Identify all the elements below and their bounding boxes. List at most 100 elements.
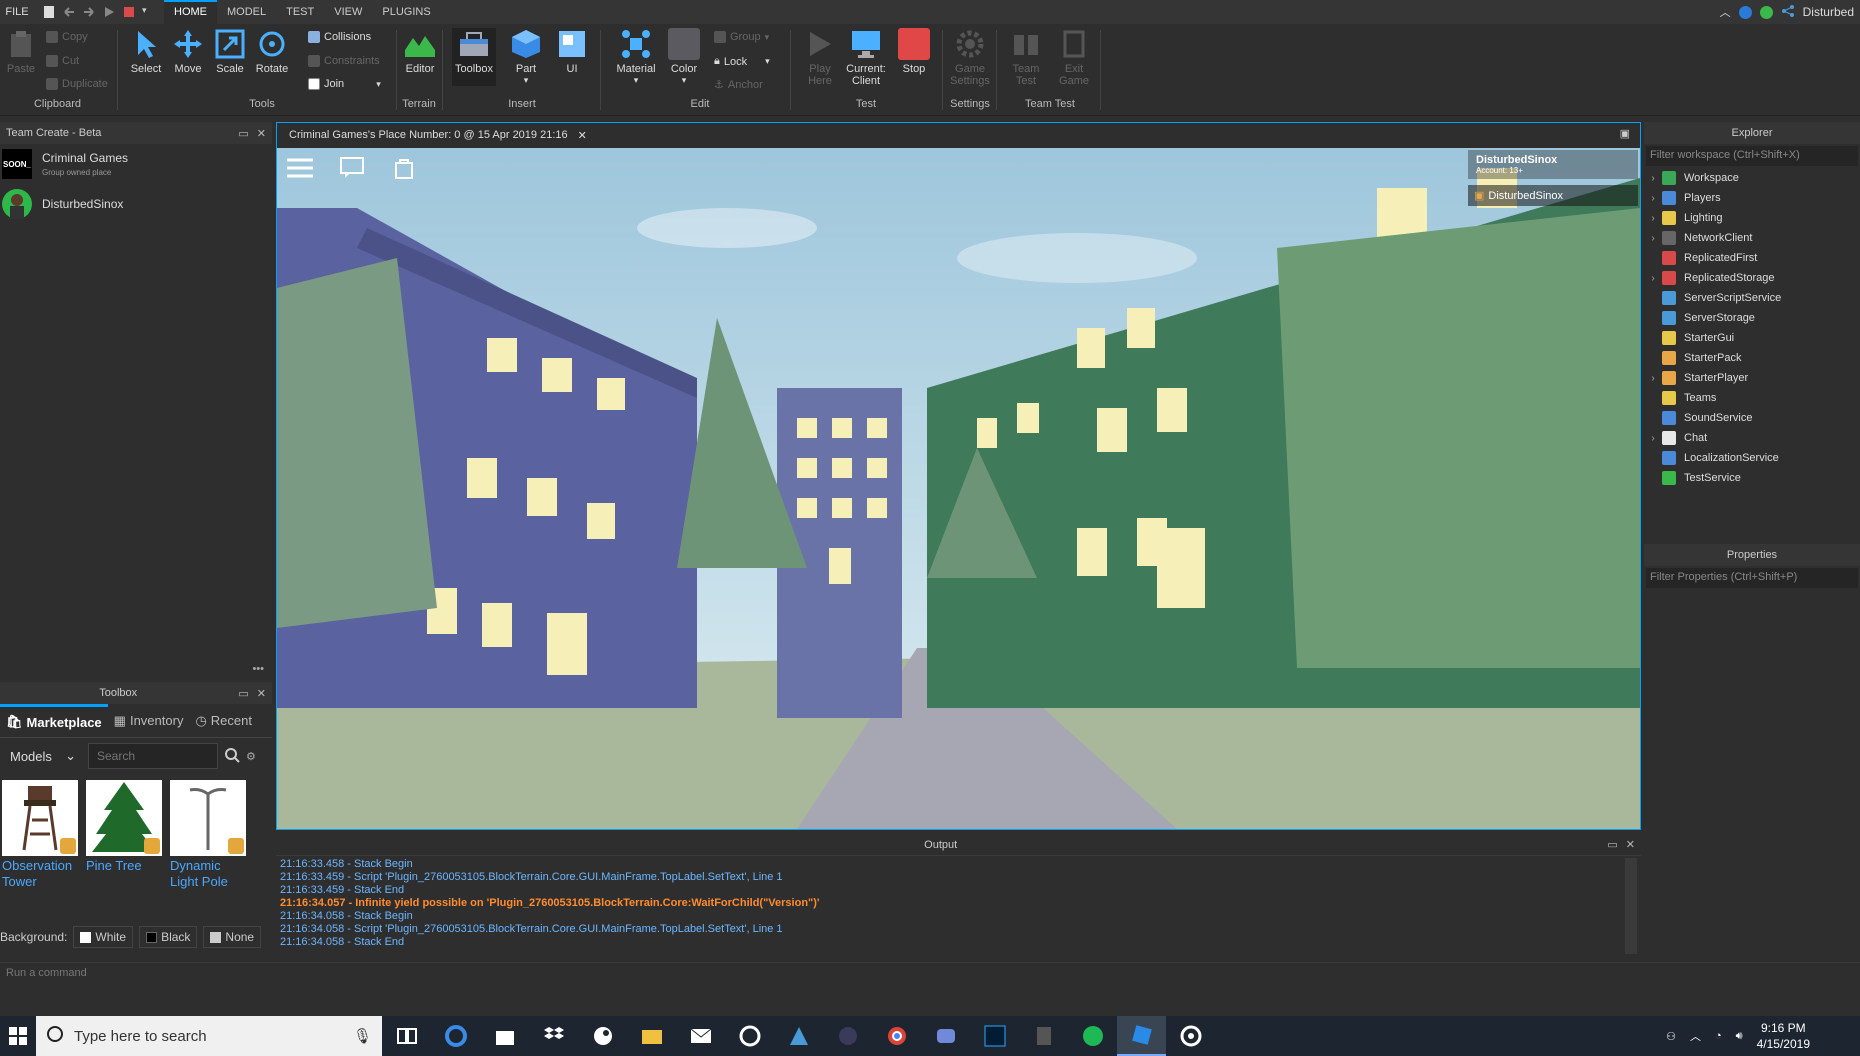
ui-button[interactable]: UI: [550, 28, 594, 75]
explorer-item[interactable]: StarterPack: [1644, 348, 1860, 368]
search-input[interactable]: [88, 743, 218, 769]
game-viewport[interactable]: DisturbedSinox Account: 13+ ▣ DisturbedS…: [277, 148, 1640, 829]
spotify-icon[interactable]: [1068, 1016, 1117, 1056]
obs-icon[interactable]: [823, 1016, 872, 1056]
explorer-item[interactable]: › Lighting: [1644, 208, 1860, 228]
search-icon[interactable]: [224, 747, 240, 766]
chevron-right-icon[interactable]: ›: [1644, 213, 1662, 224]
clock[interactable]: 9:16 PM 4/15/2019: [1757, 1020, 1810, 1052]
cut-button[interactable]: Cut: [46, 55, 79, 67]
chevron-right-icon[interactable]: ›: [1644, 173, 1662, 184]
close-icon[interactable]: ✕: [257, 127, 266, 140]
stop-icon[interactable]: [122, 5, 136, 19]
share-icon[interactable]: [1781, 4, 1795, 21]
scale-button[interactable]: Scale: [208, 28, 252, 75]
explorer-item[interactable]: SoundService: [1644, 408, 1860, 428]
explorer-item[interactable]: Teams: [1644, 388, 1860, 408]
restore-icon[interactable]: ▭: [1607, 838, 1617, 851]
explorer-item[interactable]: LocalizationService: [1644, 448, 1860, 468]
move-button[interactable]: Move: [166, 28, 210, 75]
toolbox-item[interactable]: Dynamic Light Pole: [170, 780, 246, 890]
photoshop-icon[interactable]: [970, 1016, 1019, 1056]
menu-icon[interactable]: [285, 154, 315, 182]
microphone-icon[interactable]: 🎙︎: [353, 1027, 372, 1045]
tab-home[interactable]: HOME: [164, 0, 217, 24]
anchor-button[interactable]: ⚓︎ Anchor: [714, 78, 763, 92]
command-bar[interactable]: Run a command: [0, 962, 1860, 982]
username[interactable]: Disturbed: [1803, 5, 1854, 19]
restore-icon[interactable]: ▭: [238, 687, 248, 700]
start-button[interactable]: [0, 1027, 36, 1045]
chevron-up-icon[interactable]: ︿: [1690, 1028, 1701, 1044]
status-icon[interactable]: [1759, 5, 1773, 19]
app-icon[interactable]: [774, 1016, 823, 1056]
explorer-item[interactable]: › ReplicatedStorage: [1644, 268, 1860, 288]
select-button[interactable]: Select: [124, 28, 168, 75]
chevron-right-icon[interactable]: ›: [1644, 433, 1662, 444]
output-scrollbar[interactable]: [1625, 858, 1637, 954]
new-file-icon[interactable]: [42, 5, 56, 19]
close-icon[interactable]: ✕: [1626, 838, 1635, 851]
duplicate-button[interactable]: Duplicate: [46, 78, 108, 90]
explorer-item[interactable]: StarterGui: [1644, 328, 1860, 348]
part-button[interactable]: Part ▾: [504, 28, 548, 86]
roblox-studio-active-icon[interactable]: [1117, 1016, 1166, 1056]
dropbox-icon[interactable]: [529, 1016, 578, 1056]
people-icon[interactable]: ⚇: [1666, 1030, 1676, 1043]
tab-model[interactable]: MODEL: [217, 0, 276, 24]
restore-icon[interactable]: ▭: [238, 127, 248, 140]
background-black-option[interactable]: Black: [139, 926, 198, 948]
tab-recent[interactable]: ◷ Recent: [189, 704, 258, 737]
collisions-toggle[interactable]: Collisions: [308, 31, 371, 43]
volume-icon[interactable]: 🔊︎: [1736, 1030, 1743, 1043]
task-view-icon[interactable]: [382, 1016, 431, 1056]
color-button[interactable]: Color ▾: [662, 28, 706, 86]
properties-filter-input[interactable]: Filter Properties (Ctrl+Shift+P): [1646, 568, 1858, 588]
constraints-toggle[interactable]: Constraints: [308, 55, 380, 67]
edge-icon[interactable]: [431, 1016, 480, 1056]
play-icon[interactable]: [102, 5, 116, 19]
explorer-item[interactable]: › Workspace: [1644, 168, 1860, 188]
file-explorer-icon[interactable]: [627, 1016, 676, 1056]
current-client-button[interactable]: Current: Client: [844, 28, 888, 87]
redo-icon[interactable]: [82, 5, 96, 19]
lock-button[interactable]: 🔒︎ Lock ▾: [714, 55, 770, 68]
rotate-button[interactable]: Rotate: [250, 28, 294, 75]
play-here-button[interactable]: Play Here: [798, 28, 842, 87]
tab-test[interactable]: TEST: [276, 0, 324, 24]
layout-toggle-icon[interactable]: ▣: [1620, 127, 1630, 140]
background-none-option[interactable]: None: [203, 926, 262, 948]
more-options-icon[interactable]: •••: [252, 663, 264, 675]
explorer-item[interactable]: TestService: [1644, 468, 1860, 488]
roblox-studio-icon[interactable]: [725, 1016, 774, 1056]
chevron-right-icon[interactable]: ›: [1644, 193, 1662, 204]
game-settings-button[interactable]: Game Settings: [948, 28, 992, 87]
explorer-item[interactable]: › Chat: [1644, 428, 1860, 448]
explorer-item[interactable]: › Players: [1644, 188, 1860, 208]
chevron-right-icon[interactable]: ›: [1644, 273, 1662, 284]
store-icon[interactable]: [480, 1016, 529, 1056]
tab-inventory[interactable]: ▦ Inventory: [108, 704, 190, 737]
team-test-button[interactable]: Team Test: [1004, 28, 1048, 87]
group-button[interactable]: Group ▾: [714, 31, 769, 43]
taskbar-search[interactable]: Type here to search 🎙︎: [36, 1016, 382, 1056]
paste-button[interactable]: Paste: [0, 28, 42, 75]
toolbox-button[interactable]: Toolbox: [452, 28, 496, 86]
explorer-item[interactable]: ServerScriptService: [1644, 288, 1860, 308]
collapse-ribbon-icon[interactable]: ︿: [1720, 4, 1731, 20]
network-icon[interactable]: ◔: [1715, 1030, 1722, 1042]
explorer-item[interactable]: › StarterPlayer: [1644, 368, 1860, 388]
background-white-option[interactable]: White: [73, 926, 134, 948]
app-icon[interactable]: [1019, 1016, 1068, 1056]
join-toggle[interactable]: Join ▾: [308, 78, 381, 90]
undo-icon[interactable]: [62, 5, 76, 19]
material-button[interactable]: Material ▾: [612, 28, 660, 86]
chevron-right-icon[interactable]: ›: [1644, 233, 1662, 244]
file-menu[interactable]: FILE: [0, 6, 34, 18]
player-entry[interactable]: ▣ DisturbedSinox: [1468, 185, 1638, 206]
steam-icon[interactable]: [578, 1016, 627, 1056]
chevron-right-icon[interactable]: ›: [1644, 373, 1662, 384]
roblox-player-icon[interactable]: [1166, 1016, 1215, 1056]
help-icon[interactable]: [1738, 5, 1752, 19]
explorer-filter-input[interactable]: Filter workspace (Ctrl+Shift+X): [1646, 146, 1858, 166]
